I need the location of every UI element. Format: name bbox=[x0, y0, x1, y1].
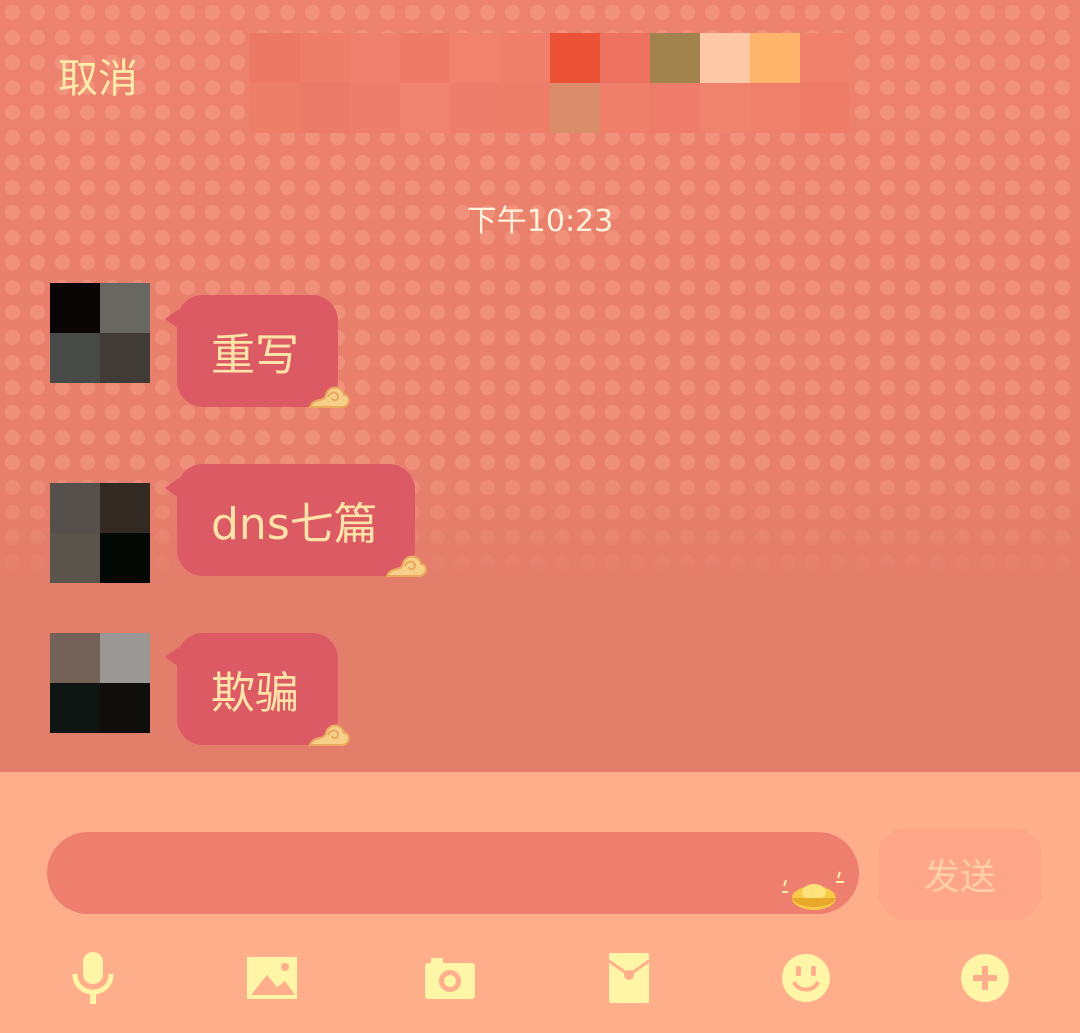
cancel-button[interactable]: 取消 bbox=[58, 46, 138, 104]
bubble-tail bbox=[165, 478, 179, 498]
message-bubble[interactable]: 欺骗 bbox=[165, 633, 350, 747]
camera-icon[interactable] bbox=[422, 950, 478, 1006]
message-input[interactable] bbox=[47, 832, 859, 914]
message-bubble[interactable]: dns七篇 bbox=[165, 464, 427, 578]
message-text: 欺骗 bbox=[211, 668, 299, 719]
microphone-icon[interactable] bbox=[65, 950, 121, 1006]
image-icon[interactable] bbox=[244, 950, 300, 1006]
plus-icon[interactable] bbox=[957, 950, 1013, 1006]
message-timestamp: 下午10:23 bbox=[466, 204, 614, 239]
avatar[interactable] bbox=[50, 283, 150, 383]
red-packet-icon[interactable] bbox=[601, 950, 657, 1006]
message-bubble[interactable]: 重写 bbox=[165, 295, 350, 409]
message-text: dns七篇 bbox=[211, 499, 378, 550]
gold-ingot-icon bbox=[782, 871, 844, 910]
top-bar: 取消 bbox=[0, 0, 1080, 140]
auspicious-cloud-icon bbox=[308, 386, 350, 409]
pixelated-title bbox=[250, 0, 870, 135]
bubble-tail bbox=[165, 309, 179, 329]
auspicious-cloud-icon bbox=[385, 555, 427, 578]
emoji-icon[interactable] bbox=[778, 950, 834, 1006]
bottom-toolbar bbox=[0, 925, 1080, 1033]
avatar[interactable] bbox=[50, 483, 150, 583]
message-text: 重写 bbox=[211, 330, 299, 381]
bubble-tail bbox=[165, 647, 179, 667]
composer: 发送 bbox=[0, 772, 1080, 925]
send-button[interactable]: 发送 bbox=[878, 828, 1042, 920]
auspicious-cloud-icon bbox=[308, 724, 350, 747]
avatar[interactable] bbox=[50, 633, 150, 733]
